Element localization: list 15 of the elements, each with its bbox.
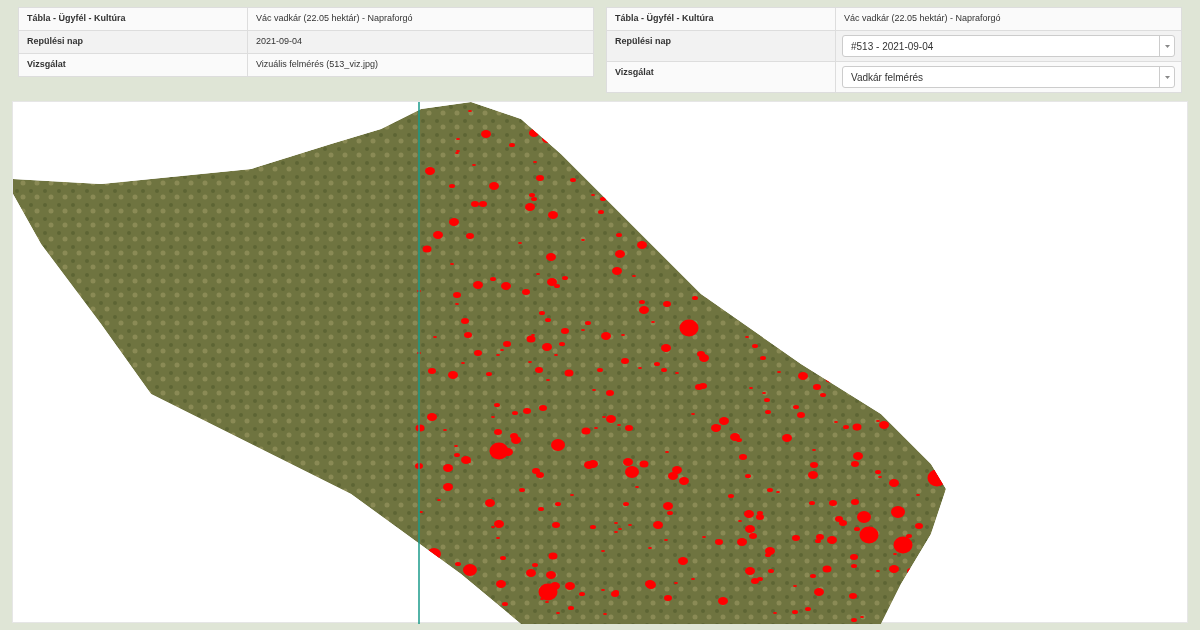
caret-icon — [1164, 44, 1170, 48]
row-value: 2021-09-04 — [247, 30, 594, 54]
split-handle[interactable] — [418, 102, 420, 624]
row-label: Repülési nap — [606, 30, 836, 62]
row-label: Tábla - Ügyfél - Kultúra — [18, 7, 248, 31]
row-label: Vizsgálat — [606, 61, 836, 93]
row-label: Vizsgálat — [18, 53, 248, 77]
caret-icon — [1164, 75, 1170, 79]
row-value: Vác vadkár (22.05 hektár) - Napraforgó — [247, 7, 594, 31]
dropdown-field[interactable]: Vadkár felmérés — [842, 66, 1175, 88]
dropdown-field[interactable]: #513 - 2021-09-04 — [842, 35, 1175, 57]
row-label: Repülési nap — [18, 30, 248, 54]
row-label: Tábla - Ügyfél - Kultúra — [606, 7, 836, 31]
row-value: Vizuális felmérés (513_viz.jpg) — [247, 53, 594, 77]
row-value: Vác vadkár (22.05 hektár) - Napraforgó — [835, 7, 1182, 31]
